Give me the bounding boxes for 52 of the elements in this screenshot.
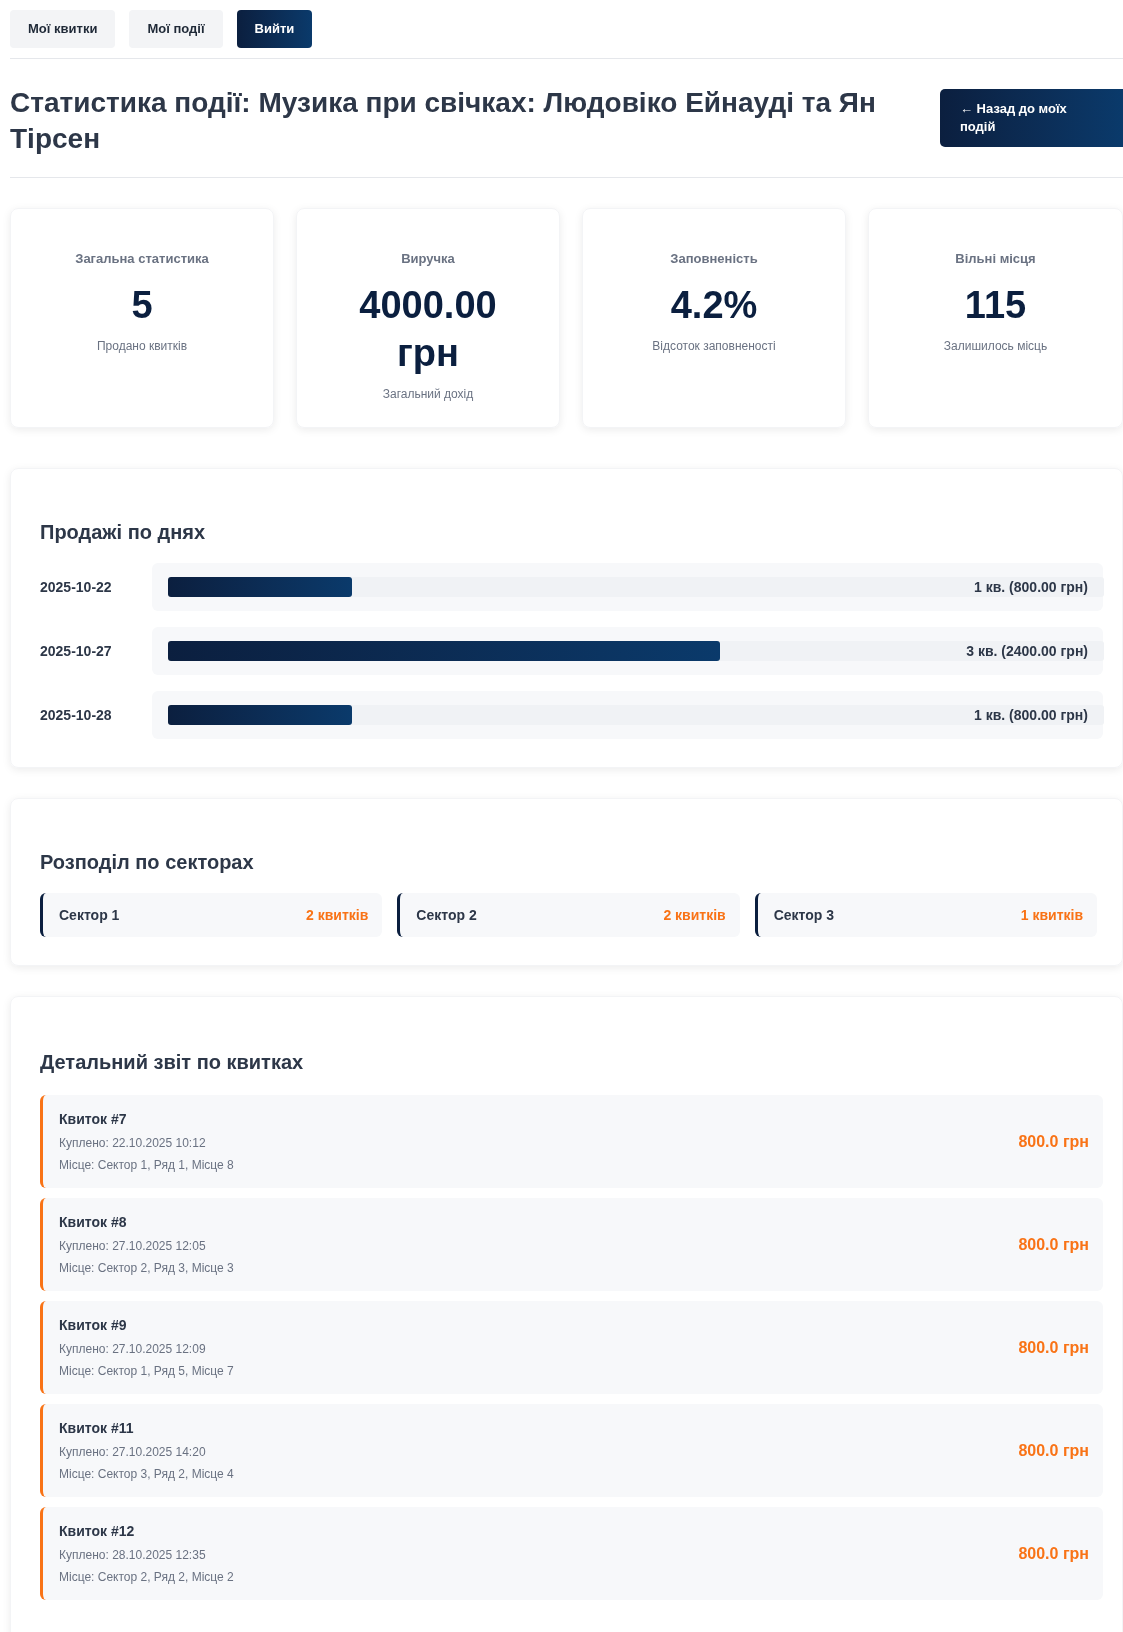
ticket-price: 800.0 грн (1018, 1543, 1089, 1564)
sector-count: 1 квитків (1020, 905, 1083, 925)
sector-name: Сектор 2 (416, 905, 477, 925)
nav-tab[interactable]: Вийти (236, 10, 313, 48)
ticket-price: 800.0 грн (1018, 1131, 1089, 1152)
stat-value: 4.2% (669, 282, 759, 328)
sector-name: Сектор 3 (773, 905, 834, 925)
stat-value: 115 (963, 282, 1028, 328)
stat-caption: Продано квитків (96, 337, 188, 355)
stat-caption: Залишилось місць (943, 337, 1048, 355)
nav-tab[interactable]: Мої події (129, 10, 223, 48)
stat-caption: Відсоток заповненості (652, 337, 776, 355)
ticket-price: 800.0 грн (1018, 1337, 1089, 1358)
ticket-title: Квиток #9 (59, 1316, 128, 1335)
sales-reading: 3 кв. (2400.00 грн) (966, 642, 1088, 661)
ticket-title: Квиток #8 (59, 1213, 128, 1232)
sector-count: 2 квитків (663, 905, 726, 925)
back-button[interactable]: ← Назад до моїх подій (940, 89, 1123, 147)
ticket-price: 800.0 грн (1018, 1234, 1089, 1255)
ticket-seat: Місце: Сектор 2, Ряд 2, Місце 2 (59, 1568, 234, 1586)
date-label: 2025-10-27 (40, 641, 113, 661)
ticket-title: Квиток #7 (59, 1110, 128, 1129)
stat-value: 4000.00 грн (358, 282, 498, 376)
ticket-purchased: Куплено: 27.10.2025 12:09 (59, 1341, 207, 1358)
sector-name: Сектор 1 (59, 905, 120, 925)
ticket-purchased: Куплено: 27.10.2025 14:20 (59, 1444, 207, 1461)
ticket-purchased: Куплено: 28.10.2025 12:35 (59, 1547, 207, 1564)
section-title: Детальний звіт по квитках (40, 1050, 305, 1075)
nav-tab[interactable]: Мої квитки (10, 10, 116, 48)
date-label: 2025-10-28 (40, 705, 113, 725)
ticket-title: Квиток #11 (59, 1419, 135, 1438)
stat-label: Виручка (401, 250, 455, 268)
stat-value: 5 (130, 282, 154, 328)
ticket-seat: Місце: Сектор 3, Ряд 2, Місце 4 (59, 1465, 234, 1483)
sector-count: 2 квитків (306, 905, 369, 925)
ticket-purchased: Куплено: 22.10.2025 10:12 (59, 1135, 207, 1152)
stat-label: Вільні місця (955, 250, 1036, 268)
section-title: Розподіл по секторах (40, 850, 255, 875)
ticket-seat: Місце: Сектор 1, Ряд 5, Місце 7 (59, 1362, 234, 1380)
ticket-seat: Місце: Сектор 1, Ряд 1, Місце 8 (59, 1156, 234, 1174)
section-title: Продажі по днях (40, 520, 207, 545)
date-label: 2025-10-22 (40, 577, 113, 597)
ticket-seat: Місце: Сектор 2, Ряд 3, Місце 3 (59, 1259, 234, 1277)
stat-label: Загальна статистика (75, 250, 209, 268)
ticket-purchased: Куплено: 27.10.2025 12:05 (59, 1238, 207, 1255)
sales-reading: 1 кв. (800.00 грн) (974, 578, 1088, 597)
page-title: Статистика події: Музика при свічках: Людовіко Ейнауді та Ян Тірсен (10, 86, 877, 156)
stat-caption: Загальний дохід (382, 385, 474, 403)
stat-label: Заповненість (670, 250, 758, 268)
sales-reading: 1 кв. (800.00 грн) (974, 706, 1088, 725)
ticket-title: Квиток #12 (59, 1522, 136, 1541)
ticket-price: 800.0 грн (1018, 1440, 1089, 1461)
